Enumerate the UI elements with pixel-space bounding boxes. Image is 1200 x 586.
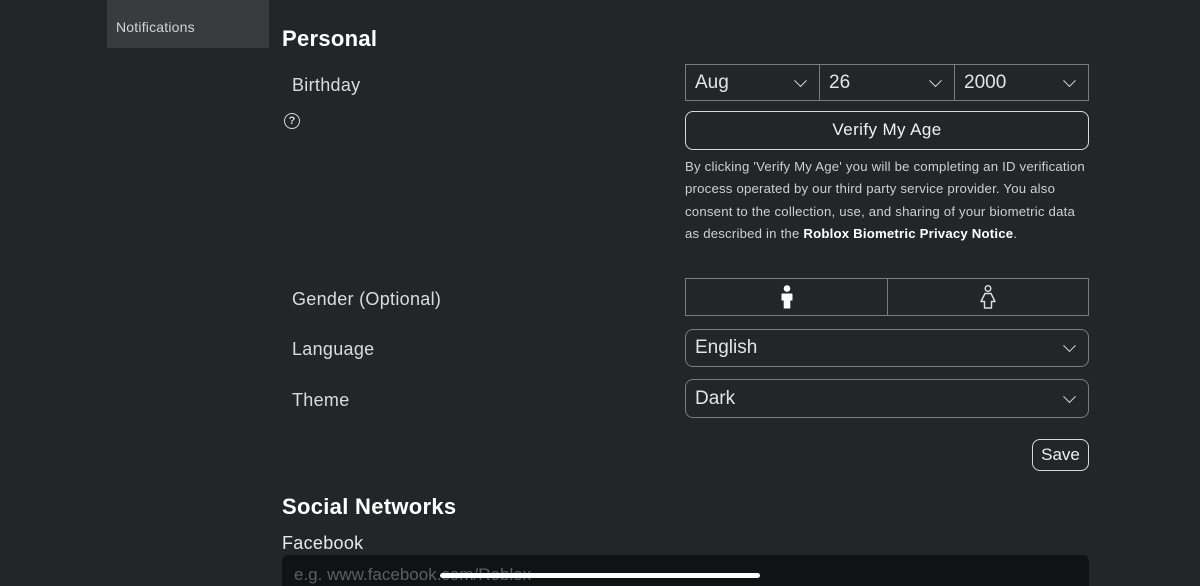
language-label: Language — [292, 339, 375, 359]
facebook-input[interactable] — [282, 555, 1089, 586]
chevron-down-icon — [794, 73, 807, 87]
chevron-down-icon — [1063, 339, 1076, 353]
birthday-month-select[interactable]: Aug — [685, 64, 820, 101]
birthday-day-value: 26 — [829, 71, 851, 93]
facebook-label: Facebook — [282, 533, 364, 553]
language-value: English — [695, 337, 758, 358]
disclaimer-end: . — [1013, 226, 1018, 242]
verify-age-disclaimer: By clicking 'Verify My Age' you will be … — [685, 156, 1089, 246]
gender-male-option[interactable] — [685, 278, 888, 316]
social-networks-section-title: Social Networks — [282, 494, 457, 519]
save-button[interactable]: Save — [1032, 439, 1089, 471]
male-person-icon — [781, 285, 792, 309]
biometric-privacy-notice-link[interactable]: Roblox Biometric Privacy Notice — [803, 226, 1013, 241]
home-indicator[interactable] — [440, 573, 760, 578]
gender-label: Gender (Optional) — [292, 289, 442, 309]
female-person-icon — [980, 285, 996, 309]
sidebar-item-label: Notifications — [116, 19, 195, 35]
birthday-day-select[interactable]: 26 — [819, 64, 955, 101]
gender-female-option[interactable] — [887, 278, 1089, 316]
personal-section-title: Personal — [282, 26, 378, 51]
theme-value: Dark — [695, 387, 736, 409]
theme-label: Theme — [292, 390, 350, 410]
birthday-month-value: Aug — [695, 71, 729, 93]
birthday-year-value: 2000 — [964, 71, 1007, 93]
theme-select[interactable]: Dark — [685, 379, 1089, 418]
chevron-down-icon — [1063, 73, 1076, 87]
language-select[interactable]: English — [685, 329, 1089, 367]
verify-my-age-button[interactable]: Verify My Age — [685, 111, 1089, 150]
account-settings-page: Notifications Personal Birthday ? Aug 26… — [0, 0, 1200, 586]
birthday-year-select[interactable]: 2000 — [954, 64, 1089, 101]
question-circle-icon[interactable]: ? — [284, 113, 300, 129]
sidebar-item-notifications[interactable]: Notifications — [107, 0, 269, 48]
chevron-down-icon — [929, 73, 942, 87]
birthday-label: Birthday — [292, 75, 361, 95]
chevron-down-icon — [1063, 389, 1076, 403]
